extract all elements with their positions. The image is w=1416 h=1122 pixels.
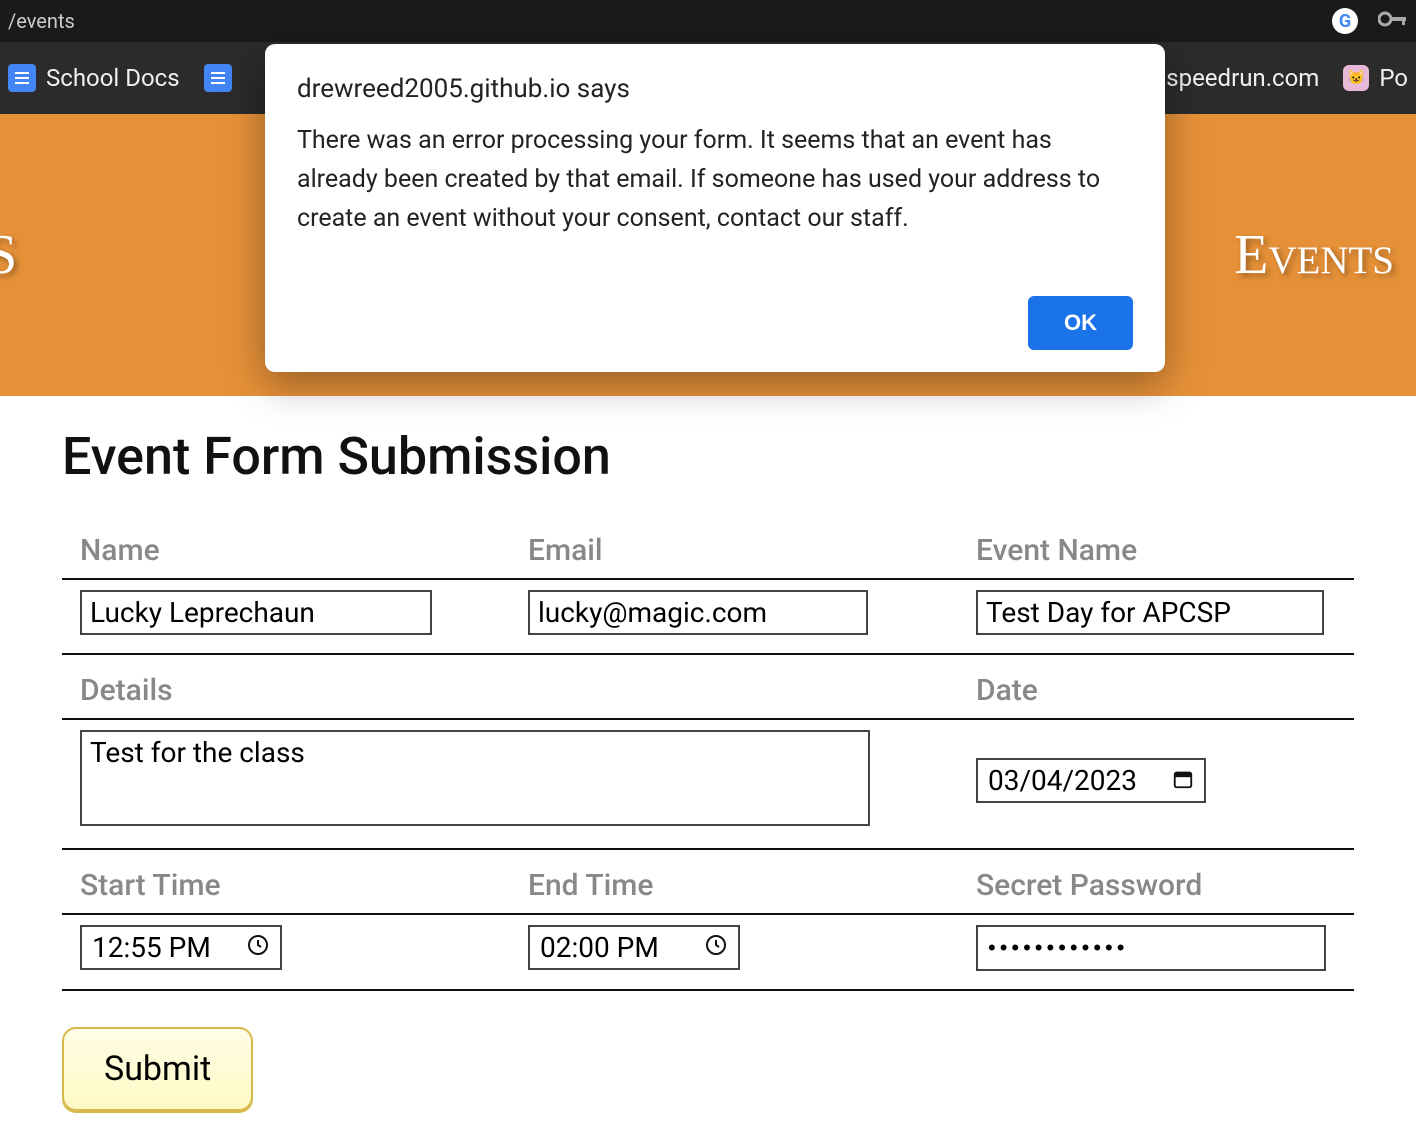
nav-left-fragment: S (0, 223, 21, 287)
label-end-time: End Time (528, 868, 653, 903)
url-fragment: /events (8, 9, 1332, 33)
password-input[interactable] (976, 925, 1326, 971)
key-icon[interactable] (1378, 9, 1408, 34)
clock-icon[interactable] (704, 931, 728, 964)
google-icon[interactable]: G (1332, 8, 1358, 34)
bookmark-label: Po (1379, 64, 1408, 92)
bookmark-po[interactable]: 😺 Po (1343, 64, 1408, 92)
start-time-input[interactable]: 12:55 PM (80, 925, 282, 970)
email-input[interactable] (528, 590, 868, 635)
label-name: Name (80, 533, 160, 568)
doc-icon (8, 64, 36, 92)
calendar-icon[interactable] (1172, 764, 1194, 797)
label-start-time: Start Time (80, 868, 221, 903)
bookmark-item[interactable] (204, 64, 232, 92)
details-textarea[interactable] (80, 730, 870, 826)
bookmark-school-docs[interactable]: School Docs (8, 64, 180, 92)
event-name-input[interactable] (976, 590, 1324, 635)
alert-message: There was an error processing your form.… (297, 122, 1133, 238)
main-content: Event Form Submission Name Email Event N… (0, 396, 1416, 1122)
alert-ok-button[interactable]: OK (1028, 296, 1133, 350)
submit-button[interactable]: Submit (62, 1027, 253, 1111)
start-time-value: 12:55 PM (92, 931, 232, 964)
end-time-input[interactable]: 02:00 PM (528, 925, 740, 970)
end-time-value: 02:00 PM (540, 931, 690, 964)
bookmark-speedrun[interactable]: speedrun.com (1166, 64, 1319, 92)
event-form: Name Email Event Name Details Date 03/04… (62, 515, 1354, 991)
label-date: Date (976, 673, 1038, 708)
name-input[interactable] (80, 590, 432, 635)
alert-dialog: drewreed2005.github.io says There was an… (265, 44, 1165, 372)
nav-events[interactable]: Events (1230, 223, 1398, 287)
label-details: Details (80, 673, 173, 708)
label-password: Secret Password (976, 868, 1202, 903)
label-email: Email (528, 533, 603, 568)
date-value: 03/04/2023 (988, 764, 1158, 797)
bookmark-label: speedrun.com (1166, 64, 1319, 92)
pixel-icon: 😺 (1343, 65, 1369, 91)
label-event-name: Event Name (976, 533, 1137, 568)
page-title: Event Form Submission (62, 426, 1354, 487)
browser-url-bar: /events G (0, 0, 1416, 42)
bookmark-label: School Docs (46, 64, 180, 92)
date-input[interactable]: 03/04/2023 (976, 758, 1206, 803)
doc-icon (204, 64, 232, 92)
alert-site-title: drewreed2005.github.io says (297, 74, 1133, 104)
clock-icon[interactable] (246, 931, 270, 964)
